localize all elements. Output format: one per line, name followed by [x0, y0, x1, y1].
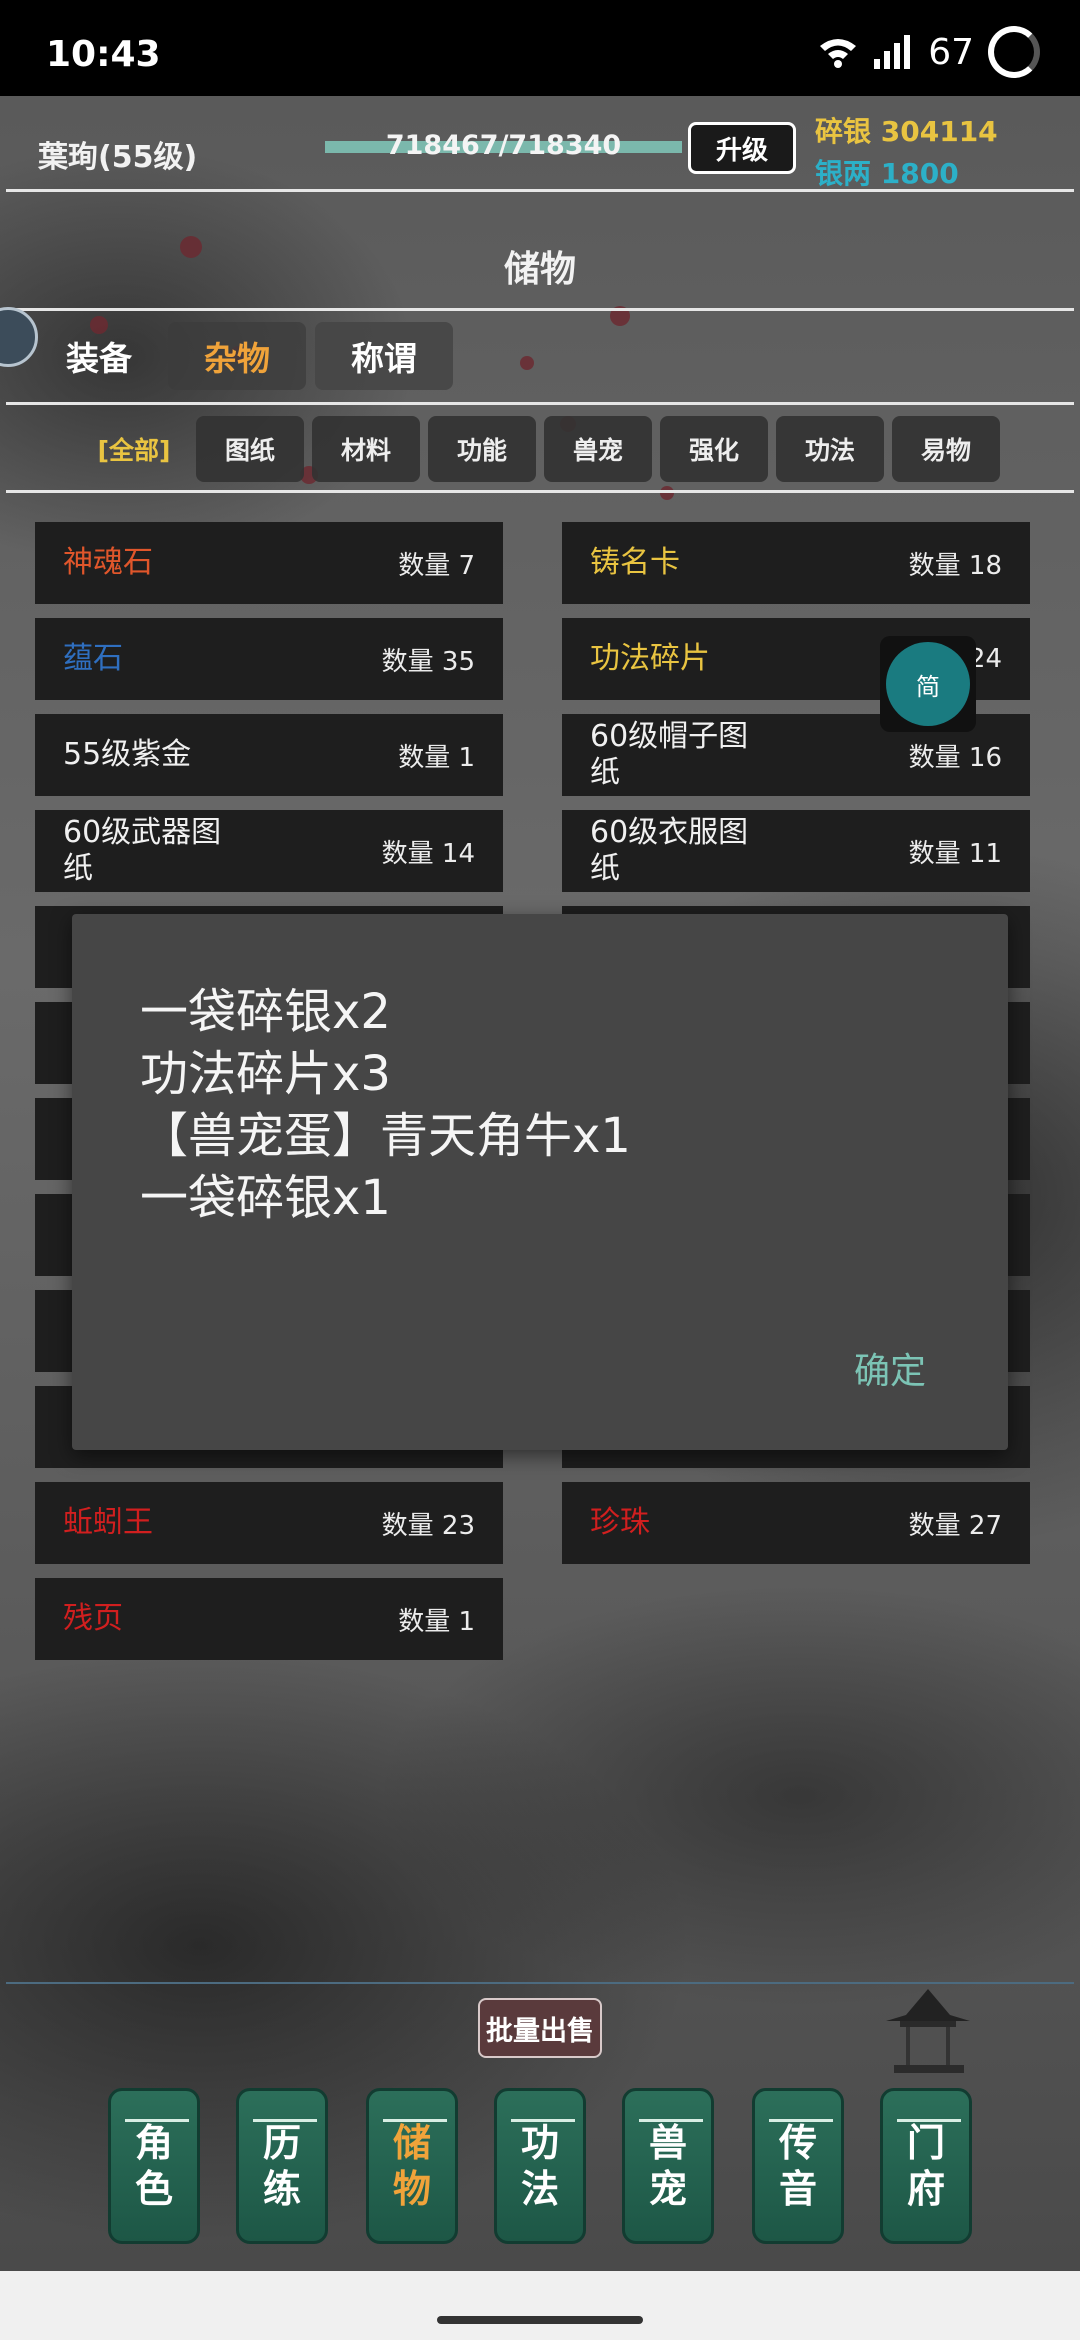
nav-messages[interactable]: 传 音 — [752, 2088, 844, 2244]
nav-label: 物 — [392, 2167, 431, 2211]
nav-sect[interactable]: 门 府 — [880, 2088, 972, 2244]
nav-skills[interactable]: 功 法 — [494, 2088, 586, 2244]
item-quantity: 数量 11 — [908, 838, 1002, 869]
filter-all[interactable]: [全部] — [80, 416, 188, 482]
item-quantity: 数量 1 — [398, 742, 475, 773]
item-quantity: 数量 23 — [381, 1510, 475, 1541]
nav-character[interactable]: 角 色 — [108, 2088, 200, 2244]
item-row[interactable]: 蚯蚓王 数量 23 — [35, 1482, 503, 1564]
dialog-line: 一袋碎银x1 — [140, 1170, 391, 1226]
nav-label: 历 — [262, 2121, 301, 2165]
item-name: 珍珠 — [590, 1505, 650, 1540]
status-icons: 67 — [818, 26, 1040, 78]
nav-storage[interactable]: 储 物 — [366, 2088, 458, 2244]
item-name: 神魂石 — [63, 545, 153, 580]
dialog-line: 【兽宠蛋】青天角牛x1 — [140, 1108, 631, 1164]
signal-icon — [874, 35, 911, 69]
batch-sell-button[interactable]: 批量出售 — [478, 1998, 602, 2058]
floating-assistant-button[interactable]: 简 — [880, 636, 976, 732]
item-name: 60级武器图纸 — [63, 815, 222, 886]
nav-label: 角 — [134, 2121, 173, 2165]
nav-label: 练 — [262, 2167, 301, 2211]
item-name: 55级紫金 — [63, 737, 192, 772]
divider — [6, 308, 1074, 311]
divider — [6, 1982, 1074, 1984]
nav-label: 传 — [778, 2121, 817, 2165]
currency-yinliang-label: 银两 — [815, 157, 872, 190]
currency-yinliang-value: 1800 — [880, 157, 959, 190]
currency-suiyin: 碎银 304114 — [815, 110, 998, 150]
item-name: 残页 — [63, 1601, 123, 1636]
filter-blueprints[interactable]: 图纸 — [196, 416, 304, 482]
item-name: 蕴石 — [63, 641, 123, 676]
filter-skills[interactable]: 功法 — [776, 416, 884, 482]
currency-suiyin-value: 304114 — [880, 115, 998, 148]
divider — [6, 490, 1074, 493]
nav-label: 法 — [520, 2167, 559, 2211]
divider — [6, 189, 1074, 192]
item-quantity: 数量 18 — [908, 550, 1002, 581]
reward-dialog: 一袋碎银x2 功法碎片x3 【兽宠蛋】青天角牛x1 一袋碎银x1 确定 — [72, 914, 1008, 1450]
pavilion-illustration — [886, 1989, 970, 2073]
item-quantity: 数量 27 — [908, 1510, 1002, 1541]
filter-materials[interactable]: 材料 — [312, 416, 420, 482]
nav-label: 储 — [392, 2121, 431, 2165]
page-title: 储物 — [503, 249, 576, 290]
exp-text: 718467/718340 — [385, 130, 622, 161]
tab-misc[interactable]: 杂物 — [168, 322, 306, 390]
player-name: 葉珣(55级) — [38, 140, 198, 175]
item-row[interactable]: 蕴石 数量 35 — [35, 618, 503, 700]
item-row[interactable]: 神魂石 数量 7 — [35, 522, 503, 604]
item-name: 60级衣服图纸 — [590, 815, 749, 886]
filter-enhance[interactable]: 强化 — [660, 416, 768, 482]
nav-label: 府 — [906, 2167, 945, 2211]
floating-assistant-icon: 简 — [886, 642, 970, 726]
system-nav-area — [0, 2271, 1080, 2340]
item-row[interactable]: 55级紫金 数量 1 — [35, 714, 503, 796]
item-row[interactable]: 残页 数量 1 — [35, 1578, 503, 1660]
currency-yinliang: 银两 1800 — [815, 152, 959, 192]
nav-label: 功 — [520, 2121, 559, 2165]
currency-suiyin-label: 碎银 — [815, 115, 872, 148]
item-row[interactable]: 铸名卡 数量 18 — [562, 522, 1030, 604]
status-bar: 10:43 67 — [0, 0, 1080, 96]
item-name: 功法碎片 — [590, 641, 710, 676]
nav-label: 兽 — [648, 2121, 687, 2165]
item-name: 铸名卡 — [590, 545, 680, 580]
tab-titles[interactable]: 称谓 — [315, 322, 453, 390]
upgrade-button[interactable]: 升级 — [688, 122, 796, 174]
item-quantity: 数量 7 — [398, 550, 475, 581]
item-row[interactable]: 珍珠 数量 27 — [562, 1482, 1030, 1564]
item-quantity: 数量 1 — [398, 1606, 475, 1637]
filter-functional[interactable]: 功能 — [428, 416, 536, 482]
home-indicator[interactable] — [437, 2316, 643, 2324]
item-name: 蚯蚓王 — [63, 1505, 153, 1540]
dialog-line: 功法碎片x3 — [140, 1046, 391, 1102]
item-row[interactable]: 60级武器图纸 数量 14 — [35, 810, 503, 892]
filter-trade[interactable]: 易物 — [892, 416, 1000, 482]
battery-level: 67 — [928, 31, 974, 73]
item-name: 60级帽子图纸 — [590, 719, 749, 790]
item-quantity: 数量 16 — [908, 742, 1002, 773]
confirm-button[interactable]: 确定 — [854, 1342, 926, 1394]
battery-ring-icon — [988, 26, 1040, 78]
nav-label: 音 — [778, 2167, 817, 2211]
status-time: 10:43 — [46, 34, 161, 75]
nav-label: 宠 — [648, 2167, 687, 2211]
tab-equipment[interactable]: 装备 — [30, 322, 168, 390]
wifi-icon — [820, 39, 857, 68]
dialog-line: 一袋碎银x2 — [140, 984, 391, 1040]
divider — [6, 402, 1074, 405]
filter-pets[interactable]: 兽宠 — [544, 416, 652, 482]
item-quantity: 数量 14 — [381, 838, 475, 869]
nav-adventure[interactable]: 历 练 — [236, 2088, 328, 2244]
item-row[interactable]: 60级衣服图纸 数量 11 — [562, 810, 1030, 892]
nav-label: 门 — [906, 2121, 945, 2165]
item-quantity: 数量 35 — [381, 646, 475, 677]
nav-pets[interactable]: 兽 宠 — [622, 2088, 714, 2244]
nav-label: 色 — [134, 2167, 173, 2211]
